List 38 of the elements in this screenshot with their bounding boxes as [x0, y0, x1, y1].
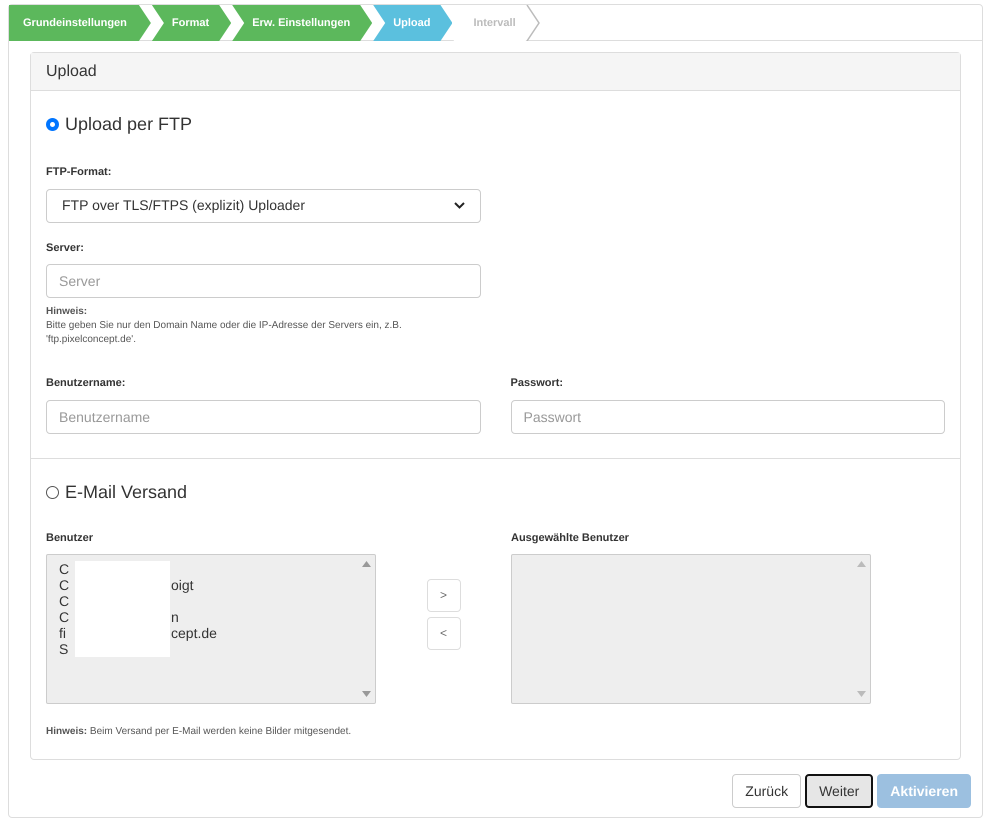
hint-title: Hinweis: — [46, 305, 88, 319]
user-listbox[interactable]: C C oigt C C n fi cept.de S — [46, 554, 376, 704]
panel-title: Upload — [46, 62, 97, 82]
action-button[interactable]: Weiter — [805, 774, 874, 808]
hint-text: Hinweis: Beim Versand per E-Mail werden keine Bilder mitgesendet. — [46, 725, 352, 739]
field-label: Benutzername: — [46, 376, 126, 391]
radio-button[interactable] — [46, 118, 59, 131]
scroll-up-icon[interactable] — [362, 561, 371, 567]
action-button[interactable]: Zurück — [732, 774, 802, 808]
step-divider-icon — [526, 5, 540, 41]
format-select[interactable]: FTP over TLS/FTPS (explizit) Uploader — [46, 188, 481, 222]
section-title: Upload per FTP — [65, 113, 192, 136]
user-name-end: n — [170, 610, 179, 624]
user-name-start: C — [59, 578, 70, 592]
field-label: Server: — [46, 240, 85, 256]
scroll-down-icon[interactable] — [362, 691, 371, 697]
field-label: FTP-Format: — [46, 165, 112, 180]
user-name-end: oigt — [170, 578, 194, 592]
user-name-start: S — [59, 642, 70, 656]
radio-button[interactable] — [46, 486, 59, 498]
user-name-start: fi — [59, 626, 67, 640]
scroll-down-icon[interactable] — [857, 691, 866, 697]
add-button[interactable]: > — [426, 578, 460, 612]
user-name-start: C — [59, 610, 70, 624]
field-label: Passwort: — [510, 376, 564, 391]
scroll-up-icon[interactable] — [857, 561, 866, 567]
chevron-down-icon — [454, 202, 465, 209]
hint-text: Bitte geben Sie nur den Domain Name oder die IP-Adresse der Servers ein, z.B. 'ftp.pixelconcept.de'. — [46, 319, 403, 347]
user-name-start: C — [59, 594, 70, 608]
field-label: Ausgewählte Benutzer — [511, 530, 630, 546]
user-name-start: C — [59, 562, 70, 576]
server-input[interactable]: Server — [46, 264, 481, 298]
password-input[interactable]: Passwort — [510, 400, 945, 434]
remove-button[interactable]: < — [426, 616, 460, 650]
section-title: E-Mail Versand — [65, 480, 188, 504]
username-input[interactable]: Benutzername — [46, 400, 480, 434]
field-label: Benutzer — [46, 530, 94, 546]
user-name-end: cept.de — [170, 626, 217, 640]
